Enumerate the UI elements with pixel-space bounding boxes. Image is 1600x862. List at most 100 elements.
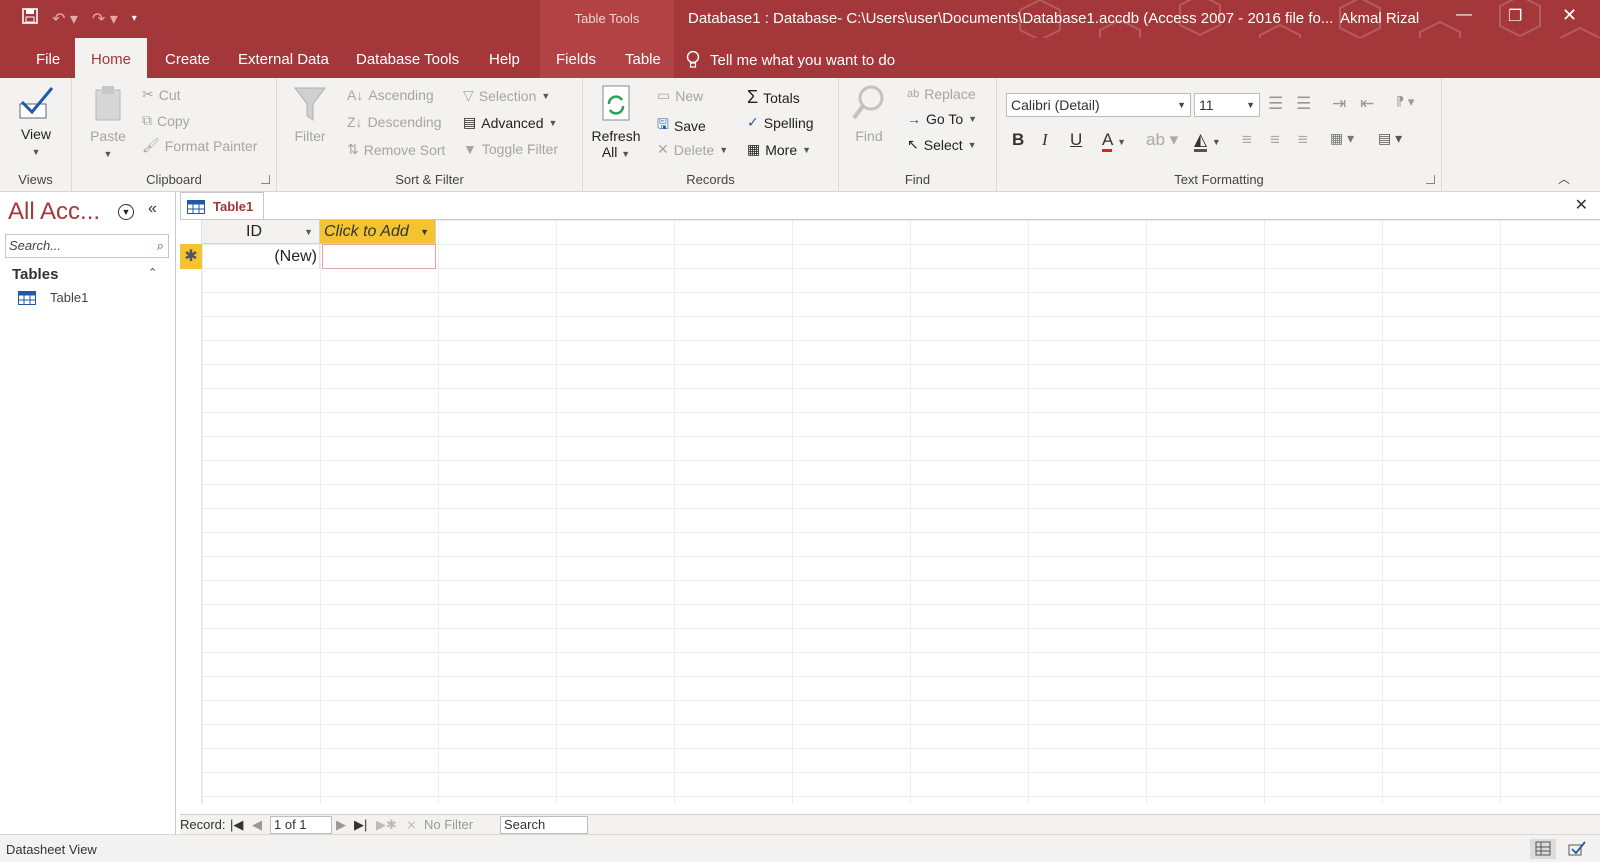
tab-fields[interactable]: Fields: [540, 38, 613, 78]
datasheet-view-icon[interactable]: [1530, 839, 1556, 859]
tab-home[interactable]: Home: [75, 38, 147, 78]
align-center-icon[interactable]: ≡: [1270, 130, 1280, 150]
refresh-all-button[interactable]: Refresh All ▼: [591, 84, 641, 160]
cut-button[interactable]: ✂ Cut: [142, 86, 181, 103]
record-selector-column[interactable]: [180, 220, 202, 804]
remove-sort-button[interactable]: ⇅ Remove Sort: [347, 141, 445, 158]
font-color-button[interactable]: A ▼: [1102, 130, 1126, 152]
current-record-value: 1 of 1: [274, 817, 307, 832]
shutter-bar-collapse-icon[interactable]: «: [148, 200, 157, 218]
view-button[interactable]: View ▼: [14, 84, 58, 158]
cursor-icon: ↖: [907, 136, 919, 152]
close-icon[interactable]: ✕: [1562, 5, 1577, 26]
collapse-ribbon-icon[interactable]: ︿: [1558, 170, 1570, 187]
chevron-down-icon[interactable]: ▼: [304, 220, 313, 244]
selection-button[interactable]: ▽ Selection ▼: [463, 87, 550, 104]
clipboard-launcher-icon[interactable]: [261, 175, 270, 184]
find-button[interactable]: Find: [849, 84, 889, 144]
new-record-selector-icon[interactable]: ✱: [180, 244, 202, 269]
numbering-icon[interactable]: ☰: [1296, 94, 1311, 114]
search-icon[interactable]: ⌕: [157, 235, 164, 257]
cell-id-new[interactable]: (New): [202, 244, 320, 269]
previous-record-icon[interactable]: ◀: [252, 817, 262, 833]
record-navigation-bar: Record: |◀ ◀ 1 of 1 ▶ ▶| ▶✱ ⨯ No Filter …: [180, 814, 1600, 834]
toggle-filter-button[interactable]: ▼ Toggle Filter: [463, 141, 558, 157]
tab-create[interactable]: Create: [149, 38, 226, 78]
sort-ascending-icon: A↓: [347, 87, 364, 103]
text-formatting-launcher-icon[interactable]: [1426, 175, 1435, 184]
design-view-icon[interactable]: [1564, 839, 1590, 859]
spelling-button[interactable]: ✓ Spelling: [747, 114, 814, 131]
font-size-select[interactable]: 11 ▼: [1194, 93, 1260, 117]
tell-me-box[interactable]: Tell me what you want to do: [686, 51, 895, 69]
last-record-icon[interactable]: ▶|: [354, 817, 367, 833]
increase-indent-icon[interactable]: ⇥: [1332, 94, 1346, 114]
save-icon[interactable]: [22, 8, 38, 29]
new-record-button[interactable]: ▭ New: [657, 87, 703, 104]
redo-icon[interactable]: ↷ ▾: [92, 9, 118, 29]
user-name[interactable]: Akmal Rizal: [1340, 10, 1419, 27]
record-search-input[interactable]: Search: [500, 816, 588, 834]
column-header-click-to-add[interactable]: Click to Add ▼: [320, 220, 436, 244]
font-name-select[interactable]: Calibri (Detail) ▼: [1006, 93, 1191, 117]
descending-button[interactable]: Z↓ Descending: [347, 114, 442, 130]
tab-database-tools[interactable]: Database Tools: [340, 38, 475, 78]
gridlines-icon[interactable]: ▤ ▾: [1378, 130, 1402, 147]
nav-search-input[interactable]: Search... ⌕: [5, 234, 169, 258]
nav-section-tables[interactable]: Tables: [12, 266, 58, 283]
advanced-button[interactable]: ▤ Advanced ▼: [463, 114, 557, 131]
copy-button[interactable]: ⧉ Copy: [142, 112, 190, 129]
format-painter-button[interactable]: 🖌 Format Painter: [142, 137, 257, 154]
fill-color-button[interactable]: ◭ ▼: [1194, 130, 1221, 152]
first-record-icon[interactable]: |◀: [230, 817, 243, 833]
highlight-icon[interactable]: ab ▾: [1146, 130, 1178, 150]
lightbulb-icon: [686, 51, 700, 68]
cell-click-to-add-new[interactable]: [322, 244, 436, 269]
close-document-icon[interactable]: ✕: [1575, 195, 1588, 215]
alternate-row-color-icon[interactable]: ▦ ▾: [1330, 130, 1354, 147]
underline-button[interactable]: U: [1070, 130, 1082, 150]
customize-qat-icon[interactable]: ▾: [132, 13, 137, 24]
collapse-section-icon[interactable]: ⌃: [148, 266, 157, 279]
datasheet-grid[interactable]: [180, 220, 1600, 804]
filter-button[interactable]: Filter: [289, 84, 331, 144]
bold-button[interactable]: B: [1012, 130, 1024, 150]
window-title: Database1 : Database- C:\Users\user\Docu…: [688, 10, 1334, 27]
totals-button[interactable]: Σ Totals: [747, 87, 800, 108]
ascending-button[interactable]: A↓ Ascending: [347, 87, 434, 103]
refresh-all-label: All: [601, 144, 618, 160]
align-right-icon[interactable]: ≡: [1298, 130, 1308, 150]
nav-menu-dropdown-icon[interactable]: ▼: [118, 204, 134, 220]
next-record-icon[interactable]: ▶: [336, 817, 346, 833]
column-header-id[interactable]: ID ▼: [202, 220, 320, 244]
current-record-input[interactable]: 1 of 1: [270, 816, 332, 834]
save-record-button[interactable]: 🖫 Save: [657, 114, 706, 138]
italic-button[interactable]: I: [1042, 130, 1048, 150]
decrease-indent-icon[interactable]: ⇤: [1360, 94, 1374, 114]
clipboard-group-label: Clipboard: [146, 172, 202, 187]
paragraph-direction-icon[interactable]: ⁋ ▾: [1396, 94, 1414, 110]
paint-bucket-icon: ◭: [1194, 130, 1208, 152]
minimize-icon[interactable]: —: [1456, 6, 1472, 24]
copy-icon: ⧉: [142, 112, 152, 128]
tab-help[interactable]: Help: [473, 38, 536, 78]
undo-icon[interactable]: ↶ ▾: [52, 9, 78, 29]
more-button[interactable]: ▦ More ▼: [747, 141, 811, 158]
tab-external-data[interactable]: External Data: [222, 38, 345, 78]
chevron-down-icon[interactable]: ▼: [420, 220, 429, 244]
nav-pane-title[interactable]: All Acc...: [8, 198, 100, 226]
tab-table[interactable]: Table: [609, 38, 674, 78]
replace-button[interactable]: ab Replace: [907, 86, 976, 102]
goto-button[interactable]: → Go To ▼: [907, 111, 977, 127]
align-left-icon[interactable]: ≡: [1242, 130, 1252, 150]
paste-button[interactable]: Paste ▼: [86, 84, 130, 160]
nav-item-table1[interactable]: Table1: [18, 290, 88, 305]
document-tab-table1[interactable]: Table1: [180, 192, 264, 220]
bullets-icon[interactable]: ☰: [1268, 94, 1283, 114]
tab-file[interactable]: File: [20, 38, 76, 78]
select-button[interactable]: ↖ Select ▼: [907, 136, 977, 153]
delete-record-button[interactable]: ✕ Delete ▼: [657, 141, 728, 158]
restore-icon[interactable]: ❐: [1508, 6, 1522, 26]
new-blank-record-icon[interactable]: ▶✱: [376, 817, 397, 833]
filter-status[interactable]: No Filter: [424, 817, 473, 832]
